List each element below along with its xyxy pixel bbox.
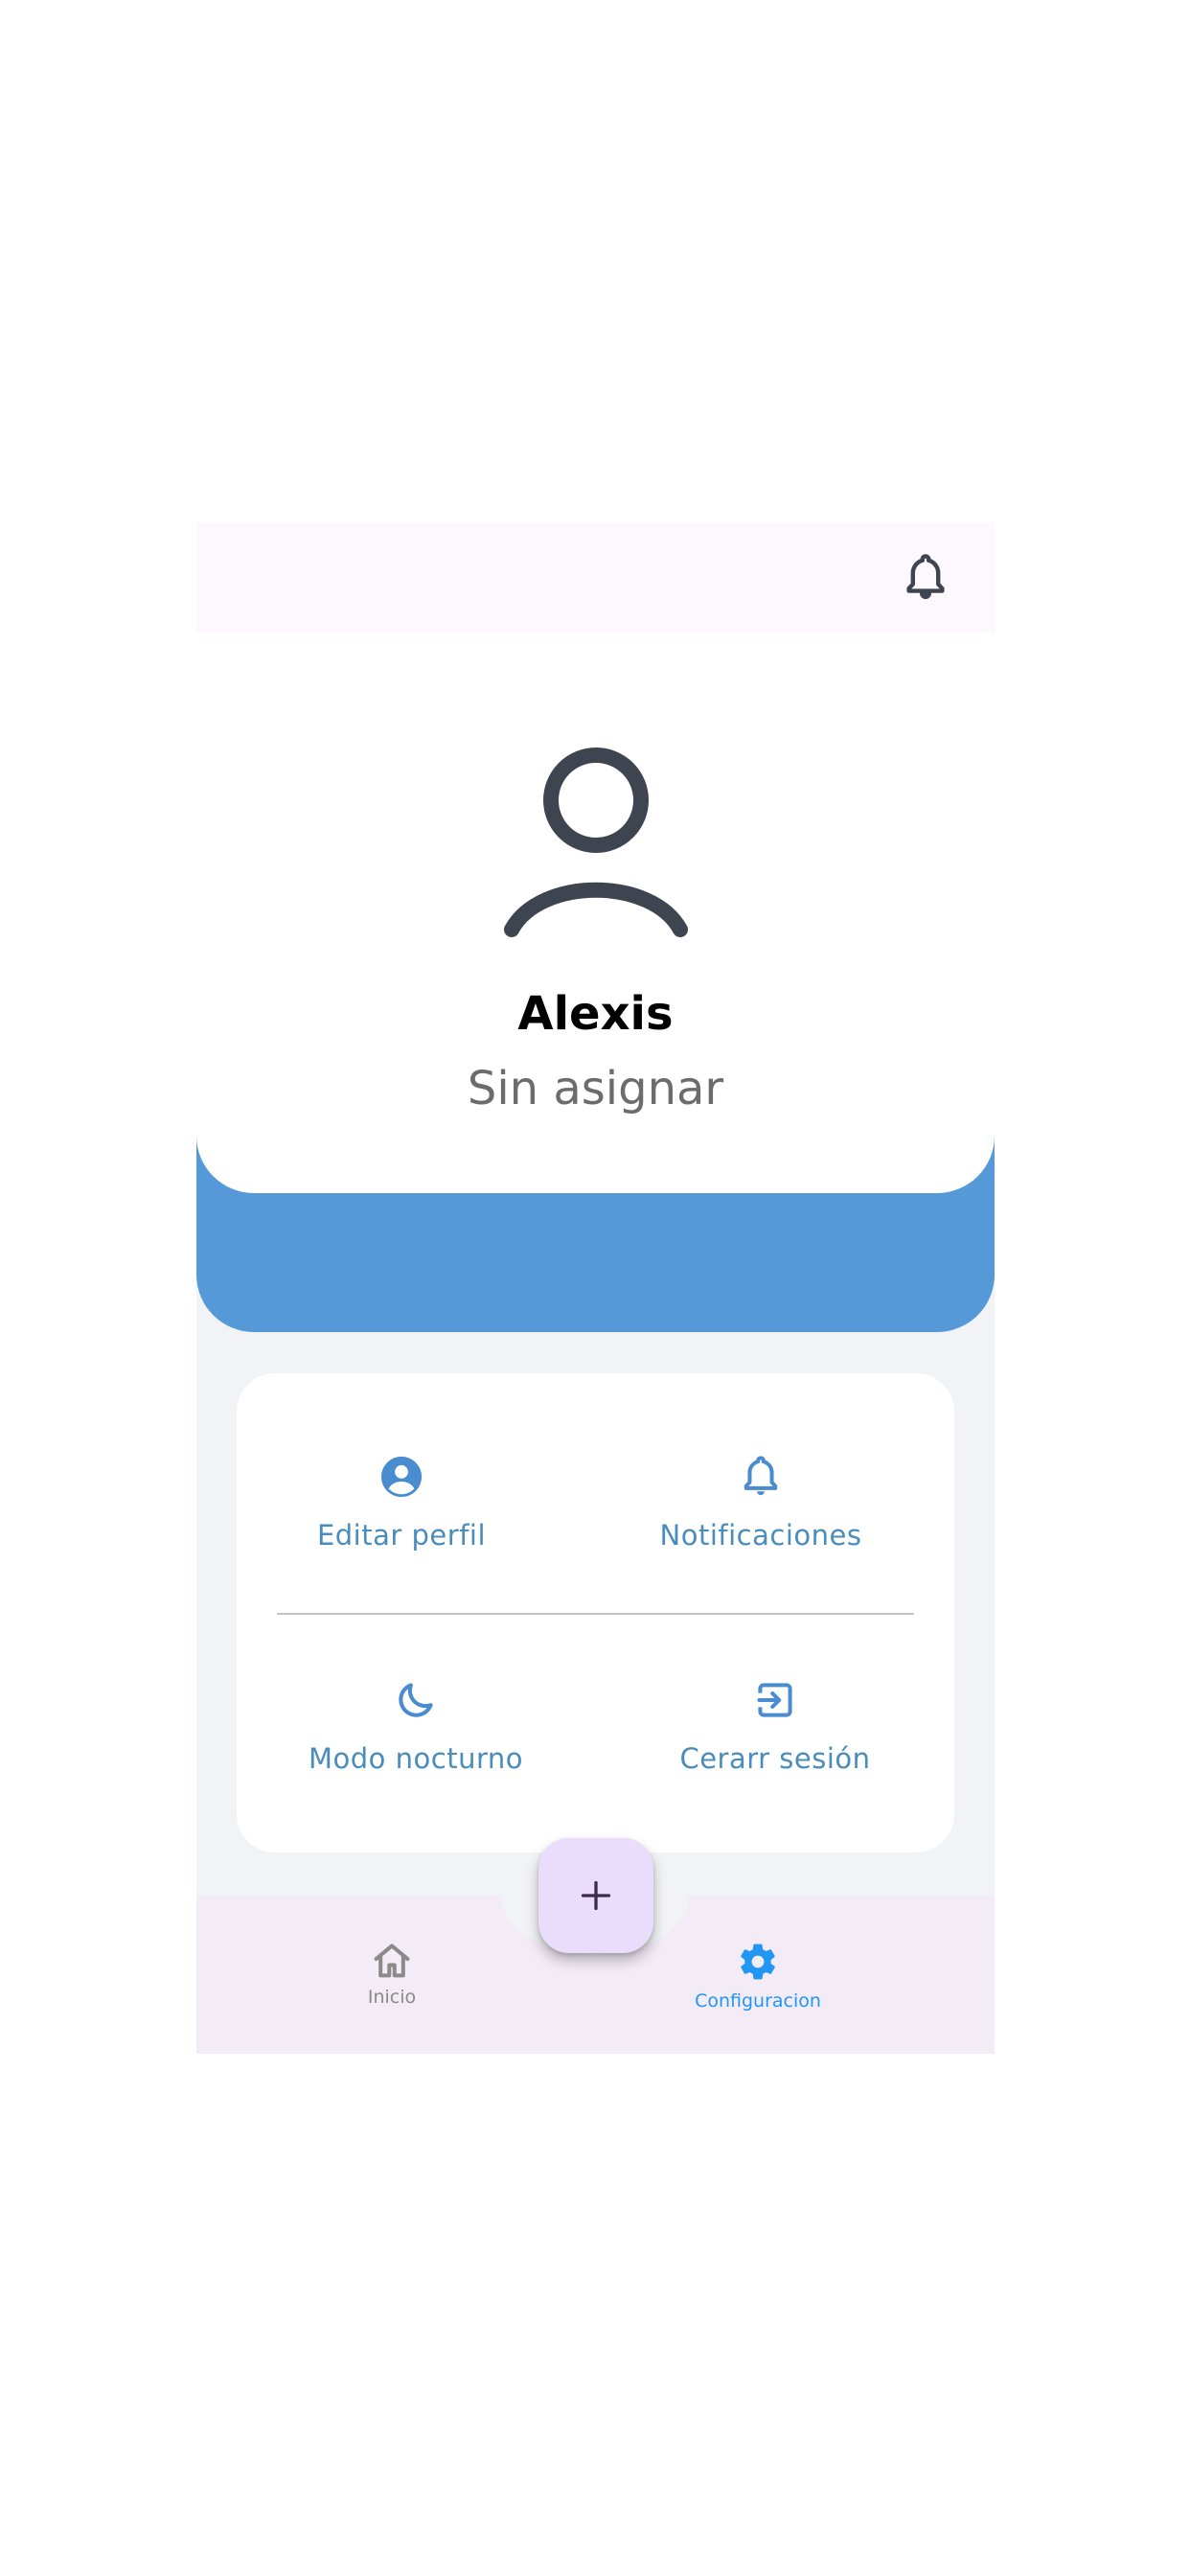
nav-item-inicio[interactable]: Inicio <box>296 1941 488 2008</box>
user-name: Alexis <box>517 987 674 1041</box>
logout-label: Cerarr sesión <box>679 1742 871 1775</box>
moon-icon <box>399 1683 433 1717</box>
settings-card: Editar perfil Notificaciones Modo noctur… <box>237 1373 954 1852</box>
edit-profile-label: Editar perfil <box>316 1519 487 1552</box>
logout-button[interactable]: Cerarr sesión <box>612 1675 938 1775</box>
bell-icon <box>744 1456 778 1496</box>
app-screen: Alexis Sin asignar Editar perfil Notific… <box>196 522 995 2054</box>
app-bar <box>196 522 995 632</box>
user-role: Sin asignar <box>467 1062 724 1116</box>
nav-item-inicio-label: Inicio <box>367 1987 417 2008</box>
person-outline-icon <box>504 748 688 937</box>
plus-icon <box>581 1880 611 1911</box>
profile-card: Alexis Sin asignar <box>196 632 995 1193</box>
edit-profile-button[interactable]: Editar perfil <box>239 1452 564 1552</box>
gear-icon <box>741 1944 775 1980</box>
account-circle-icon <box>380 1456 423 1498</box>
nav-item-configuracion-label: Configuracion <box>695 1990 821 2012</box>
notifications-label: Notificaciones <box>659 1519 862 1552</box>
notifications-button[interactable] <box>899 549 952 607</box>
bell-icon <box>906 554 945 600</box>
home-icon <box>374 1944 410 1978</box>
add-button[interactable] <box>538 1838 653 1953</box>
nav-item-configuracion[interactable]: Configuracion <box>662 1941 854 2012</box>
settings-divider <box>277 1613 914 1615</box>
notifications-setting-button[interactable]: Notificaciones <box>598 1452 924 1552</box>
dark-mode-label: Modo nocturno <box>309 1742 523 1775</box>
dark-mode-button[interactable]: Modo nocturno <box>253 1675 579 1775</box>
logout-icon <box>757 1683 792 1717</box>
